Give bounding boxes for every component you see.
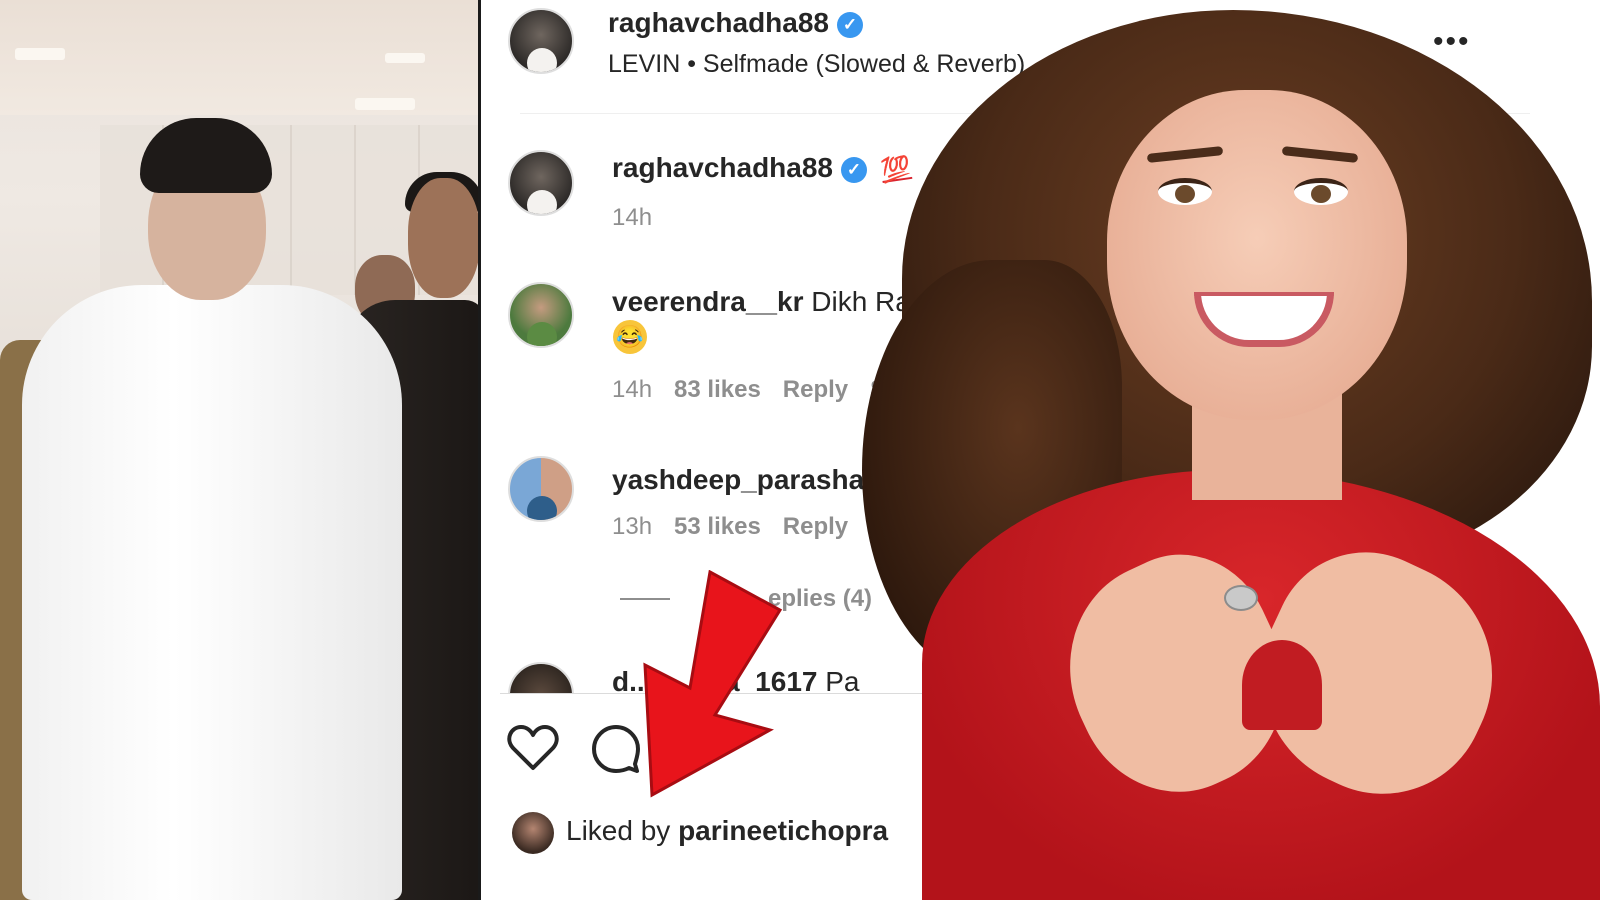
reply-button[interactable]: Reply [783,513,848,540]
man-in-white-kurta [22,285,402,900]
reply-button[interactable]: Reply [783,376,848,403]
post-author-username[interactable]: raghavchadha88 [608,7,829,38]
ring [1224,585,1258,611]
avatar[interactable] [508,456,574,522]
guard-head [408,178,478,298]
timestamp: 14h [612,204,653,231]
likes-count[interactable]: 53 likes [674,513,761,540]
red-arrow-icon [643,570,783,798]
eye [1158,178,1212,205]
liked-by-username[interactable]: parineetichopra [678,815,888,846]
comment-text: Pa [825,666,860,693]
ceiling-light [15,48,65,60]
ceiling-light [355,98,415,110]
liked-by-prefix: Liked by [566,815,671,846]
timestamp: 14h [612,376,653,403]
heart-icon[interactable] [507,724,559,772]
heart-gesture [1242,640,1322,730]
likes-count[interactable]: 83 likes [674,376,761,403]
liked-by-line: Liked by parineetichopra [566,815,888,847]
comment-username[interactable]: yashdeep_parashar [612,464,875,495]
actress-photo-cutout [862,0,1600,900]
caption-username[interactable]: raghavchadha88 [612,152,833,183]
face [1107,90,1407,420]
eye [1294,178,1348,205]
ceiling-light [385,53,425,63]
avatar[interactable] [508,8,574,74]
caption-time: 14h [612,204,674,232]
avatar[interactable] [508,282,574,348]
comment-line: yashdeep_parashar स [612,460,902,498]
liked-by-avatar[interactable] [512,812,554,854]
avatar[interactable] [508,662,574,693]
timestamp: 13h [612,513,653,540]
avatar[interactable] [508,150,574,216]
comment-username[interactable]: veerendra__kr [612,286,803,317]
verified-badge-icon: ✓ [837,11,863,38]
left-photo-panel [0,0,478,900]
laughing-emoji: 😂 [613,320,647,354]
post-author[interactable]: raghavchadha88 ✓ [608,7,863,39]
